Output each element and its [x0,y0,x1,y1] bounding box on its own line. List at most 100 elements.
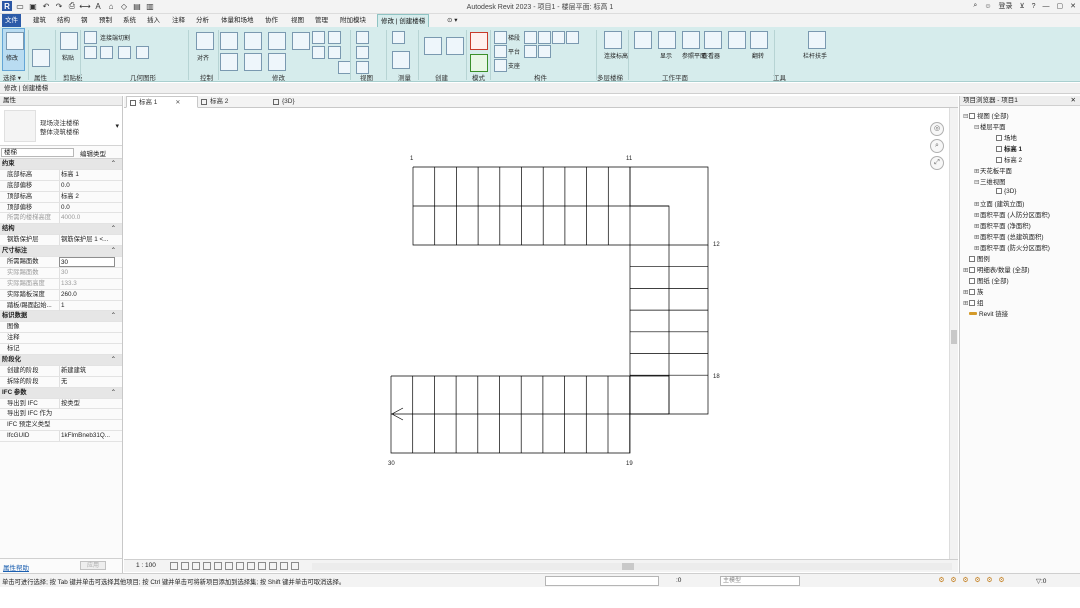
split-icon[interactable] [312,31,325,44]
tab-modify-create-stair[interactable]: 修改 | 创建楼梯 [377,14,430,27]
close-button[interactable]: ✕ [1070,2,1076,10]
view-scale[interactable]: 1 : 100 [136,562,156,569]
collapse-icon[interactable]: ⌃ [111,355,116,365]
tab-more-icon[interactable]: ⊙ ▾ [444,14,461,27]
instance-filter-select[interactable]: 楼梯 [1,148,74,157]
tab-precast[interactable]: 预制 [96,14,115,27]
tree-views-all[interactable]: ⊟ 视图 (全部) [963,111,1009,120]
tree-sheets[interactable]: 图纸 (全部) [963,276,1009,285]
trim-icon[interactable] [292,32,310,50]
tree-revit-links[interactable]: Revit 链接 [963,309,1008,318]
property-group-header[interactable]: 约束 ⌃ [0,159,122,170]
paint-icon[interactable] [356,31,369,44]
tab-manage[interactable]: 管理 [312,14,331,27]
minimize-button[interactable]: — [1043,3,1050,10]
run-icon[interactable] [494,31,507,44]
tab-file[interactable]: 文件 [2,14,21,27]
tab-level-2[interactable]: 标高 2 [198,96,270,108]
property-value[interactable]: 1kFlmBneb31Q... [59,431,115,442]
vertical-scrollbar[interactable] [949,108,958,559]
filter-count[interactable]: ▽:0 [1036,577,1046,585]
highlight-icon[interactable] [291,562,299,570]
pick-icon[interactable] [524,45,537,58]
crop-view-icon[interactable] [214,562,222,570]
help-icon[interactable]: ? [1032,3,1036,10]
property-value[interactable]: 标高 2 [59,191,115,202]
zoom-extents-icon[interactable]: ⤢ [930,156,944,170]
copy-icon[interactable] [84,46,97,59]
collapse-icon[interactable]: ⌃ [111,388,116,398]
collapse-icon[interactable]: ⌃ [111,224,116,234]
property-value[interactable]: 1 [59,300,115,311]
tree-area-fire[interactable]: ⊞面积平面 (防火分区面积) [974,243,1050,252]
scale-icon[interactable] [312,46,325,59]
tree-site[interactable]: 场地 [996,133,1017,142]
property-value[interactable]: 钢筋保护层 1 <... [59,235,115,246]
tab-addins[interactable]: 附加模块 [337,14,369,27]
hide-isolate-icon[interactable] [247,562,255,570]
tab-view[interactable]: 视图 [288,14,307,27]
array-icon[interactable] [328,31,341,44]
collapse-icon[interactable]: ⌃ [111,246,116,256]
wall-join-icon[interactable] [136,46,149,59]
drag-elements-icon[interactable]: ⚙ [985,576,994,585]
cope-icon[interactable] [118,46,131,59]
move-icon[interactable] [220,53,238,71]
user-icon[interactable]: ☺ [984,3,991,10]
tree-area-civil-defense[interactable]: ⊞面积平面 (人防分区面积) [974,210,1050,219]
tree-families[interactable]: ⊞ 族 [963,287,983,296]
shadows-icon[interactable] [203,562,211,570]
property-value[interactable]: 标高 1 [59,169,115,180]
tree-area-net[interactable]: ⊞面积平面 (净面积) [974,221,1031,230]
tree-legends[interactable]: 图例 [963,254,990,263]
horizontal-scrollbar[interactable] [312,563,952,570]
support-label[interactable]: 支座 [508,61,520,70]
copy-modify-icon[interactable] [244,53,262,71]
tree-level-2[interactable]: 标高 2 [996,155,1022,164]
landing-icon[interactable] [494,45,507,58]
select-links-icon[interactable]: ⚙ [937,576,946,585]
geometry-icon[interactable] [100,46,113,59]
tab-collaborate[interactable]: 协作 [262,14,281,27]
flip-icon[interactable] [750,31,768,49]
spiral-run-icon[interactable] [538,31,551,44]
property-group-header[interactable]: 尺寸标注 ⌃ [0,246,122,258]
select-pinned-icon[interactable]: ⚙ [961,576,970,585]
search-icon[interactable]: ⌕ [973,2,977,10]
edit-type-button[interactable]: 编辑类型 [80,148,106,158]
maximize-button[interactable]: ▢ [1057,2,1064,10]
mirror-axis-icon[interactable] [244,32,262,50]
tree-area-gross[interactable]: ⊞面积平面 (总建筑面积) [974,232,1044,241]
measure-tool-icon[interactable] [392,31,405,44]
drawing-canvas[interactable]: 1 11 12 18 19 30 ◎ ⌕ ⤢ [124,108,949,559]
property-value[interactable]: 0.0 [59,180,115,191]
run-label[interactable]: 梯段 [508,33,520,42]
property-group-header[interactable]: IFC 参数 ⌃ [0,387,122,399]
property-group-header[interactable]: 阶段化 ⌃ [0,355,122,366]
property-value[interactable]: 260.0 [59,289,115,300]
collapse-icon[interactable]: ⌃ [111,159,116,169]
scroll-thumb[interactable] [951,330,957,344]
background-process-icon[interactable]: ⚙ [997,576,1006,585]
connect-levels-icon[interactable] [604,31,622,49]
tree-ceiling-plans[interactable]: ⊞天花板平面 [974,166,1012,175]
workset-combo[interactable] [545,576,659,586]
apply-button[interactable]: 应用 [80,561,106,570]
support-icon[interactable] [494,59,507,72]
tab-level-1[interactable]: 标高 1 ✕ [126,96,198,108]
railing-icon[interactable] [808,31,826,49]
tree-3d[interactable]: {3D} [996,188,1016,195]
split-face-icon[interactable] [356,46,369,59]
property-group-header[interactable]: 标识数据 ⌃ [0,311,122,323]
dimension-icon[interactable] [392,51,410,69]
tree-elevations[interactable]: ⊞立面 (建筑立面) [974,199,1024,208]
straight-run-icon[interactable] [524,31,537,44]
tree-schedules[interactable]: ⊞ 明细表/数量 (全部) [963,265,1030,274]
tab-systems[interactable]: 系统 [120,14,139,27]
chevron-down-icon[interactable]: ▾ [115,122,119,130]
property-group-header[interactable]: 结构 ⌃ [0,224,122,236]
sketch-icon[interactable] [538,45,551,58]
properties-icon[interactable] [32,49,50,67]
tab-3d[interactable]: {3D} [270,96,342,108]
tree-groups[interactable]: ⊞ 组 [963,298,983,307]
